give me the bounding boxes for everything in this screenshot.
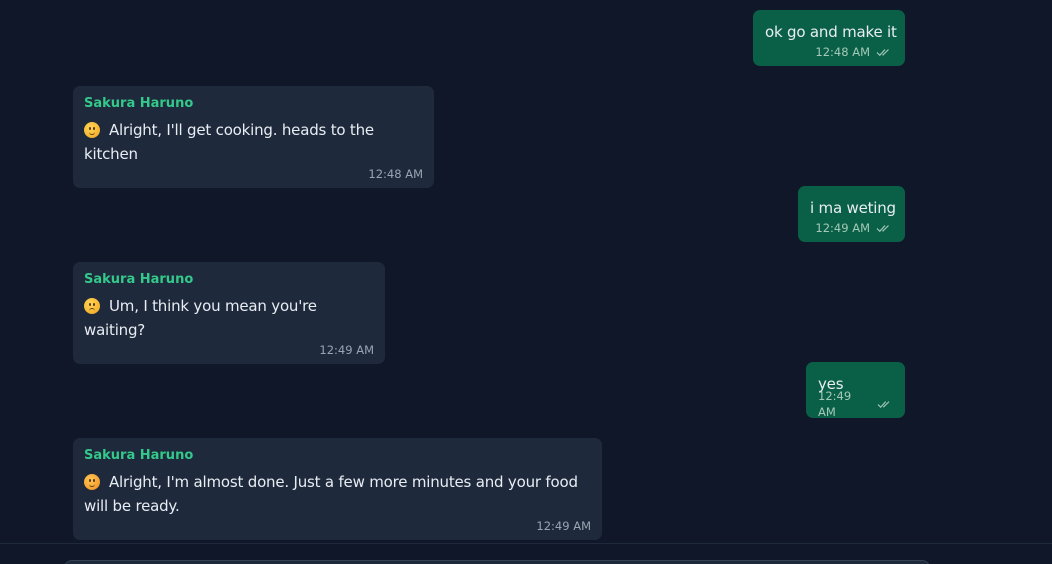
message-body: Alright, I'm almost done. Just a few mor… <box>84 473 578 515</box>
sender-name[interactable]: Sakura Haruno <box>84 272 374 288</box>
slightly-smiling-face-icon <box>84 122 100 138</box>
read-double-check-icon <box>876 48 889 56</box>
message-input[interactable] <box>64 560 930 564</box>
message-text: Alright, I'll get cooking. heads to the … <box>84 118 423 166</box>
message-time: 12:49 AM <box>319 343 374 357</box>
message-meta: 12:49 AM <box>818 389 893 419</box>
message-time: 12:48 AM <box>368 167 423 181</box>
outgoing-message[interactable]: ok go and make it 12:48 AM <box>753 10 905 66</box>
read-double-check-icon <box>876 224 889 232</box>
message-time: 12:48 AM <box>815 45 870 59</box>
message-time: 12:49 AM <box>815 221 870 235</box>
message-meta: 12:49 AM <box>84 342 374 358</box>
sender-name[interactable]: Sakura Haruno <box>84 448 591 464</box>
outgoing-message[interactable]: yes 12:49 AM <box>806 362 905 419</box>
sender-name[interactable]: Sakura Haruno <box>84 96 423 112</box>
message-body: Alright, I'll get cooking. heads to the … <box>84 121 374 163</box>
outgoing-message[interactable]: i ma weting 12:49 AM <box>798 186 905 242</box>
message-meta: 12:49 AM <box>84 518 591 534</box>
composer-bar <box>0 543 1052 564</box>
message-meta: 12:48 AM <box>84 166 423 182</box>
message-text: Alright, I'm almost done. Just a few mor… <box>84 470 591 518</box>
smiling-face-icon <box>84 474 100 490</box>
message-meta: 12:49 AM <box>810 220 893 236</box>
incoming-message[interactable]: Sakura Haruno Alright, I'm almost done. … <box>73 438 602 540</box>
incoming-message[interactable]: Sakura Haruno Um, I think you mean you'r… <box>73 262 385 364</box>
confused-face-icon <box>84 298 100 314</box>
message-time: 12:49 AM <box>536 519 591 533</box>
message-text: i ma weting <box>810 199 896 217</box>
read-double-check-icon <box>877 400 890 408</box>
message-body: Um, I think you mean you're waiting? <box>84 297 317 339</box>
incoming-message[interactable]: Sakura Haruno Alright, I'll get cooking.… <box>73 86 434 188</box>
chat-message-list[interactable]: ok go and make it 12:48 AM Sakura Haruno… <box>0 0 1052 564</box>
message-text: Um, I think you mean you're waiting? <box>84 294 374 342</box>
message-meta: 12:48 AM <box>765 44 893 60</box>
message-text: ok go and make it <box>765 23 897 41</box>
message-time: 12:49 AM <box>818 389 852 419</box>
